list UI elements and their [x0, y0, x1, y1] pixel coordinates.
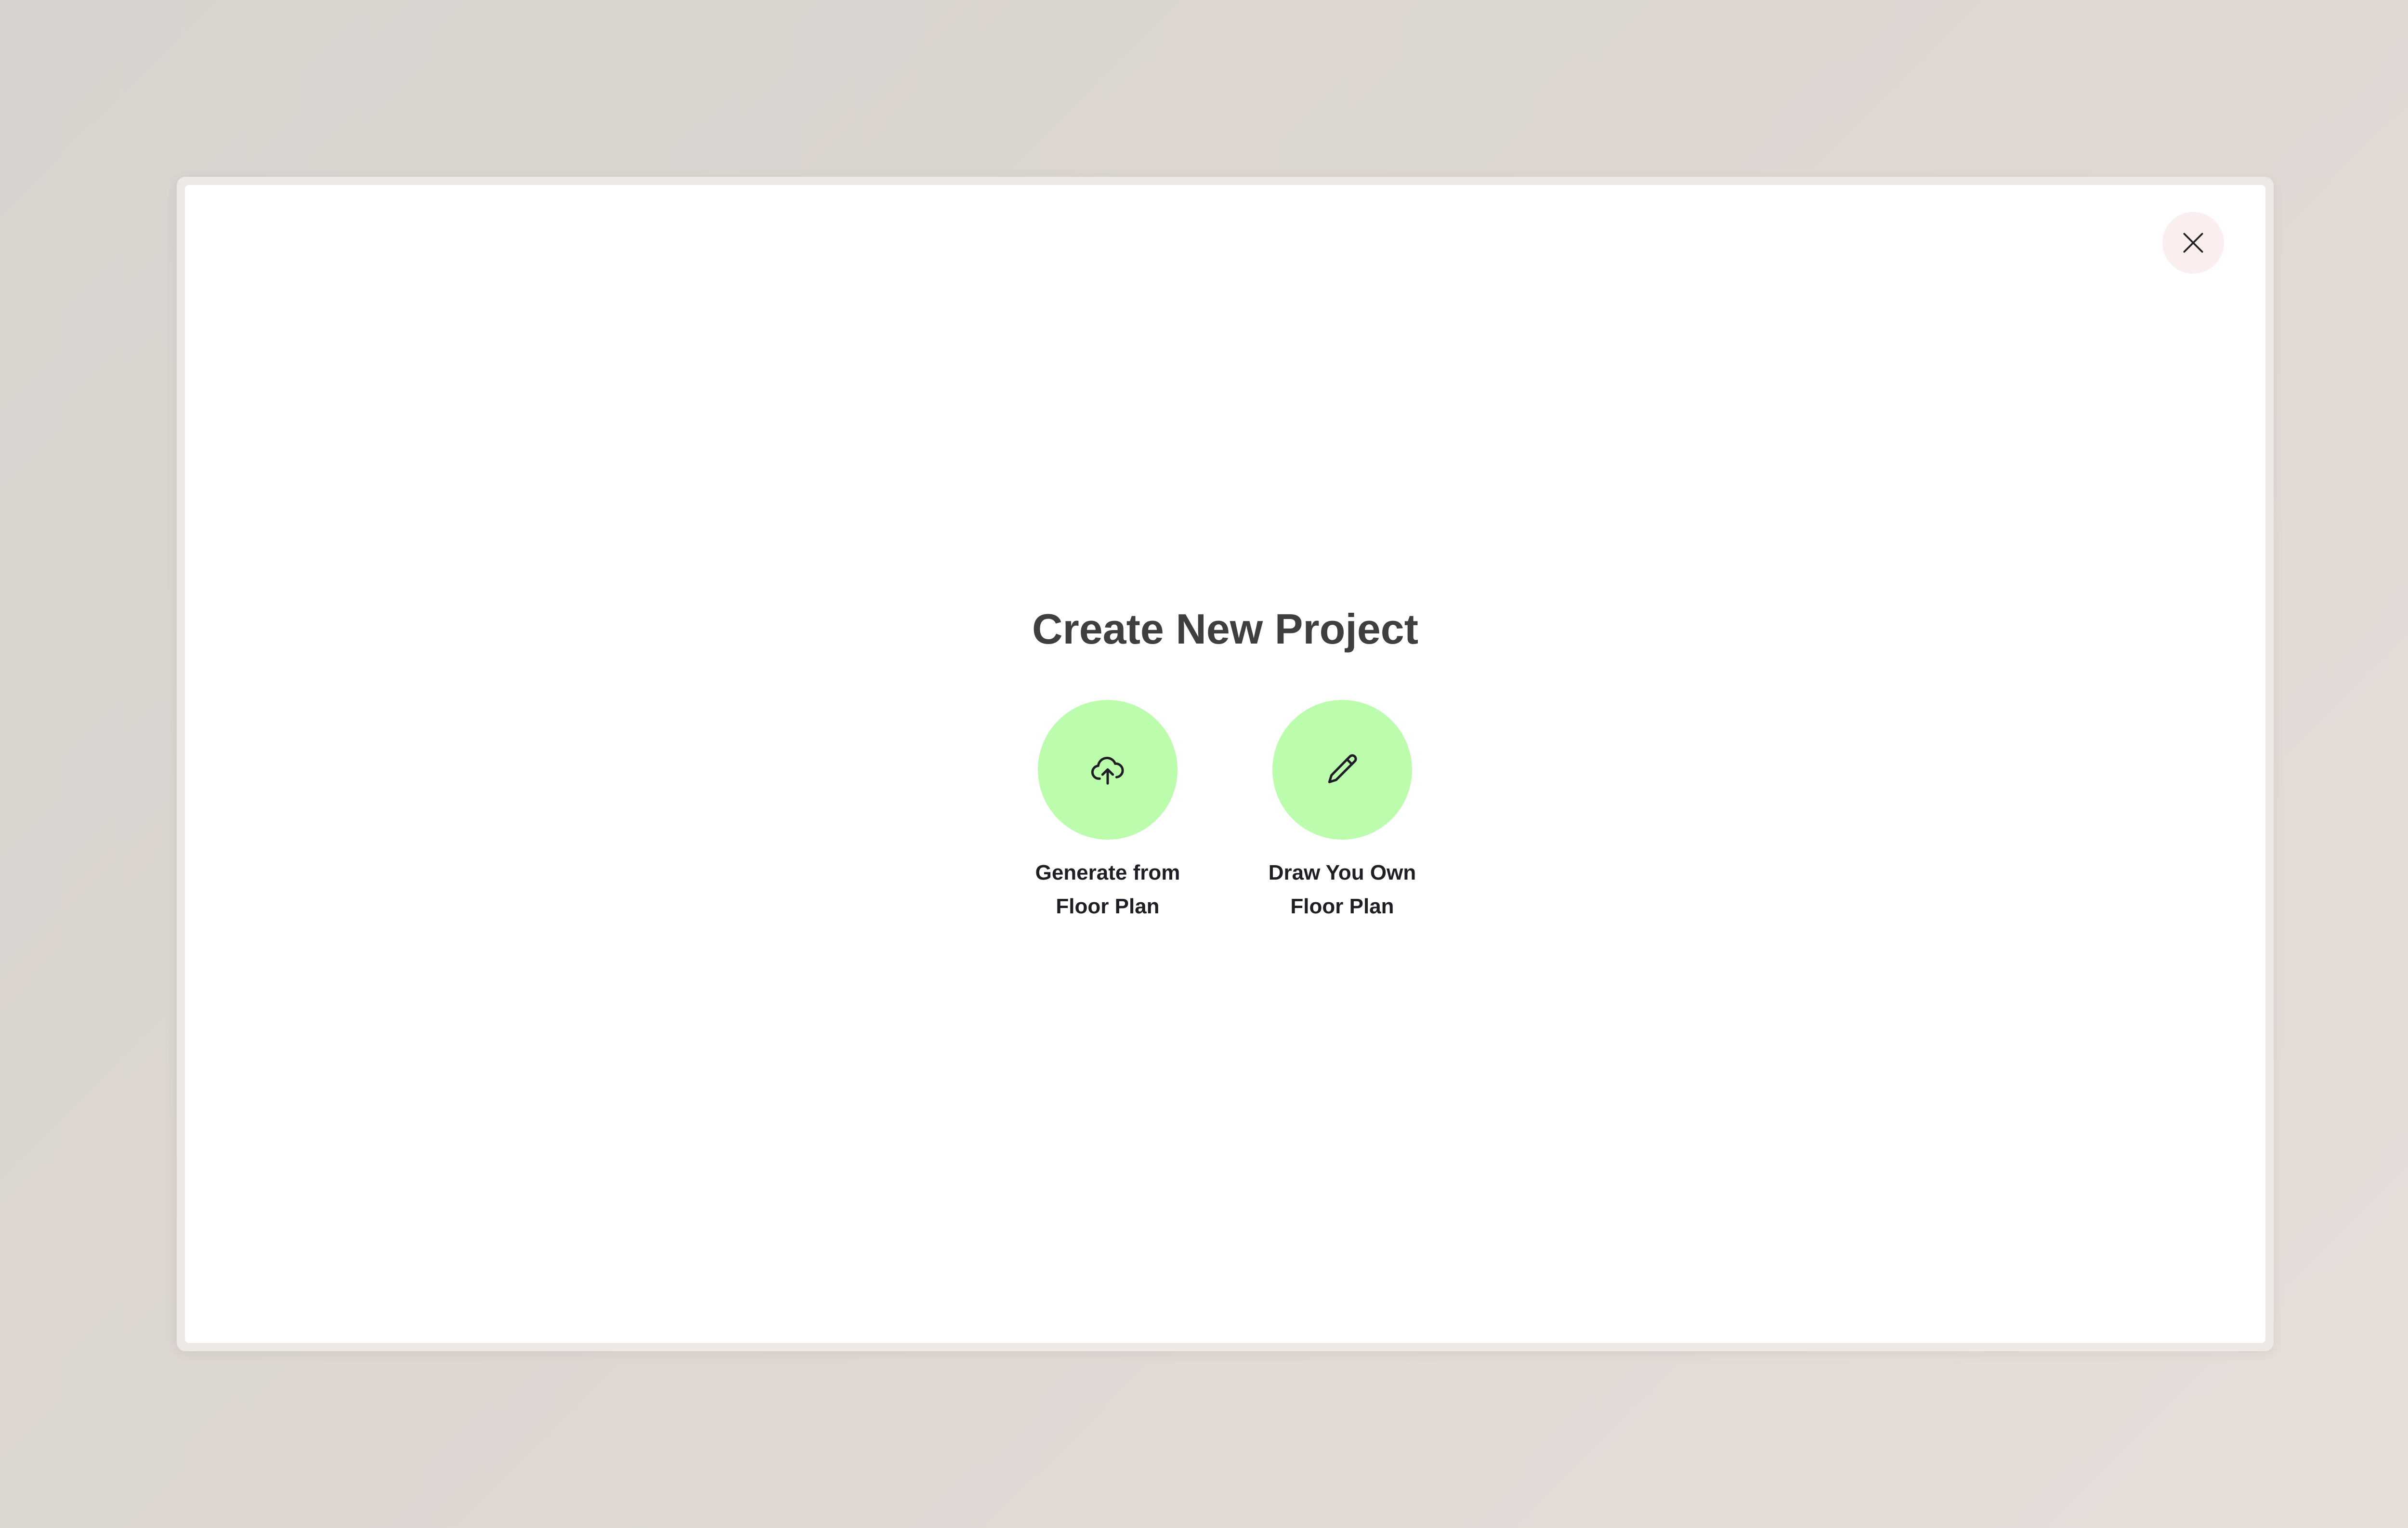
generate-from-floor-plan-button[interactable]	[1038, 700, 1178, 840]
cloud-upload-icon	[1091, 757, 1124, 785]
draw-your-own-floor-plan-label: Draw You Own Floor Plan	[1268, 861, 1416, 918]
close-button[interactable]	[2162, 212, 2224, 274]
modal-frame	[177, 177, 2274, 1351]
generate-from-floor-plan-option[interactable]: Generate from Floor Plan	[1007, 700, 1209, 923]
generate-from-floor-plan-label: Generate from Floor Plan	[1035, 861, 1180, 918]
draw-your-own-floor-plan-option[interactable]: Draw You Own Floor Plan	[1241, 700, 1443, 923]
pencil-icon	[1328, 754, 1357, 783]
create-project-modal	[185, 185, 2265, 1343]
close-icon	[2183, 233, 2203, 253]
modal-title: Create New Project	[1032, 605, 1419, 653]
draw-your-own-floor-plan-button[interactable]	[1272, 700, 1412, 840]
